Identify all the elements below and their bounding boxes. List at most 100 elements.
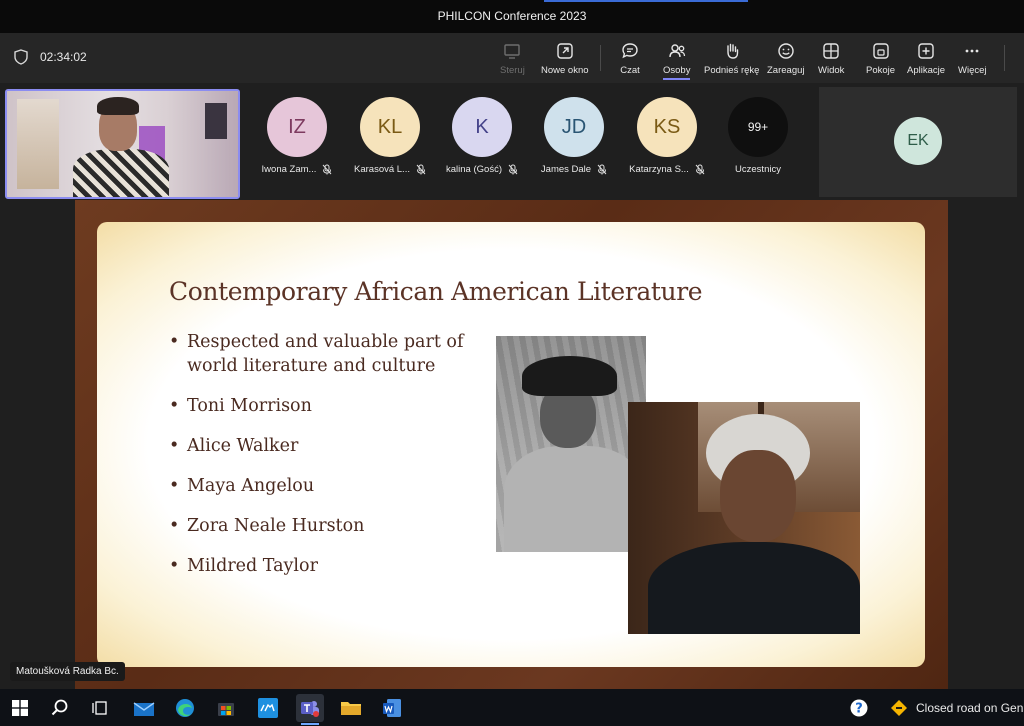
start-button[interactable]	[6, 694, 34, 722]
view-button[interactable]: Widok	[818, 41, 844, 76]
avatar: K	[452, 97, 512, 157]
mic-muted-icon	[597, 164, 607, 175]
title-accent-line	[544, 0, 748, 2]
news-widget[interactable]: Closed road on Gen...	[890, 699, 1024, 717]
slide-bullet: Zora Neale Hurston	[169, 514, 469, 538]
mic-muted-icon	[416, 164, 426, 175]
shared-content-stage: Contemporary African American Literature…	[0, 200, 1024, 689]
toolbar-divider	[600, 45, 601, 71]
participants-overflow-button[interactable]: 99+ Uczestnicy	[712, 97, 804, 175]
slide-wood-frame: Contemporary African American Literature…	[75, 200, 948, 689]
meeting-timer: 02:34:02	[14, 49, 87, 65]
task-view-icon	[92, 701, 107, 715]
participant-tile[interactable]: JD James Dale	[528, 97, 620, 175]
task-view-button[interactable]	[86, 694, 114, 722]
people-icon	[669, 44, 685, 58]
toolbar-label: Czat	[620, 65, 640, 76]
presentation-slide: Contemporary African American Literature…	[97, 222, 925, 667]
apps-icon	[918, 43, 934, 59]
mic-muted-icon	[695, 164, 705, 175]
slide-bullet: Toni Morrison	[169, 394, 469, 418]
teams-app-button[interactable]	[296, 694, 324, 722]
search-button[interactable]	[46, 694, 74, 722]
road-warning-icon	[891, 700, 907, 716]
toolbar-label: Nowe okno	[541, 65, 589, 76]
toolbar-divider	[1004, 45, 1005, 71]
participant-name-row: Iwona Zam...	[262, 164, 333, 175]
share-control-button[interactable]: Steruj	[500, 41, 525, 76]
participant-name: James Dale	[540, 164, 592, 175]
avatar: EK	[894, 117, 942, 165]
participant-name: Karasová L...	[354, 164, 410, 175]
photo-person-body	[648, 542, 860, 634]
title-bar: PHILCON Conference 2023	[0, 0, 1024, 33]
new-window-button[interactable]: Nowe okno	[541, 41, 589, 76]
avatar: KL	[360, 97, 420, 157]
share-control-icon	[504, 44, 521, 59]
help-button[interactable]: ?	[845, 694, 873, 722]
video-person-torso	[73, 149, 169, 197]
avatar-initials: K	[475, 115, 489, 138]
store-icon	[218, 703, 234, 716]
toolbar-label: Podnieś rękę	[704, 65, 760, 76]
view-icon	[823, 43, 839, 59]
toolbar-label: Więcej	[958, 65, 987, 76]
avatar: JD	[544, 97, 604, 157]
chat-icon	[622, 43, 638, 59]
participant-tile[interactable]: KL Karasová L...	[344, 97, 436, 175]
participant-tile[interactable]: K kalina (Gość)	[436, 97, 528, 175]
react-icon	[778, 43, 794, 59]
participant-tile[interactable]: KS Katarzyna S...	[621, 97, 713, 175]
myhp-logo-icon	[258, 698, 278, 718]
raise-hand-button[interactable]: Podnieś rękę	[704, 41, 759, 76]
slide-bullet: Mildred Taylor	[169, 554, 469, 578]
overflow-count-badge: 99+	[728, 97, 788, 157]
store-app-button[interactable]	[212, 694, 240, 722]
windows-logo-icon	[12, 700, 28, 716]
more-icon	[965, 49, 979, 53]
toolbar-label: Zareaguj	[767, 65, 805, 76]
avatar-initials: JD	[561, 115, 587, 138]
participant-name: kalina (Gość)	[446, 164, 502, 175]
file-explorer-button[interactable]	[337, 694, 365, 722]
chat-button[interactable]: Czat	[620, 41, 640, 76]
slide-bullet: Maya Angelou	[169, 474, 469, 498]
pinned-participant-tile[interactable]: EK	[819, 87, 1017, 197]
myhp-app-button[interactable]	[254, 694, 282, 722]
presenter-name-tag: Matoušková Radka Bc.	[10, 662, 125, 681]
rooms-button[interactable]: Pokoje	[866, 41, 895, 76]
self-video-tile[interactable]	[5, 89, 240, 199]
toolbar-label: Aplikacje	[907, 65, 946, 76]
participant-name-row: kalina (Gość)	[446, 164, 518, 175]
mail-icon	[133, 702, 155, 716]
participant-name-row: James Dale	[541, 164, 607, 175]
apps-button[interactable]: Aplikacje	[907, 41, 945, 76]
search-icon	[51, 699, 68, 716]
svg-text:?: ?	[855, 702, 863, 717]
windows-taskbar: ? Closed road on Gen...	[0, 689, 1024, 726]
avatar-initials: EK	[907, 132, 929, 149]
toolbar-label: Widok	[818, 65, 845, 76]
more-button[interactable]: Więcej	[958, 41, 987, 76]
react-button[interactable]: Zareaguj	[767, 41, 805, 76]
avatar-initials: IZ	[288, 115, 306, 138]
participant-name-row: Karasová L...	[354, 164, 426, 175]
rooms-icon	[872, 43, 889, 59]
teams-logo-icon	[301, 701, 319, 717]
edge-browser-button[interactable]	[171, 694, 199, 722]
people-button[interactable]: Osoby	[663, 41, 691, 80]
raise-hand-icon	[727, 43, 738, 59]
new-window-icon	[557, 43, 573, 59]
avatar-initials: KL	[377, 115, 403, 138]
participant-name: Katarzyna S...	[629, 164, 689, 175]
participant-name: Iwona Zam...	[261, 164, 317, 175]
active-app-indicator	[301, 723, 319, 725]
folder-icon	[341, 702, 361, 715]
slide-bullet-list: Respected and valuable part of world lit…	[169, 330, 469, 594]
photo-person-body	[504, 446, 644, 552]
mail-app-button[interactable]	[130, 694, 158, 722]
window-title: PHILCON Conference 2023	[437, 9, 587, 23]
word-app-button[interactable]	[378, 694, 406, 722]
mic-muted-icon	[508, 164, 518, 175]
participant-tile[interactable]: IZ Iwona Zam...	[251, 97, 343, 175]
